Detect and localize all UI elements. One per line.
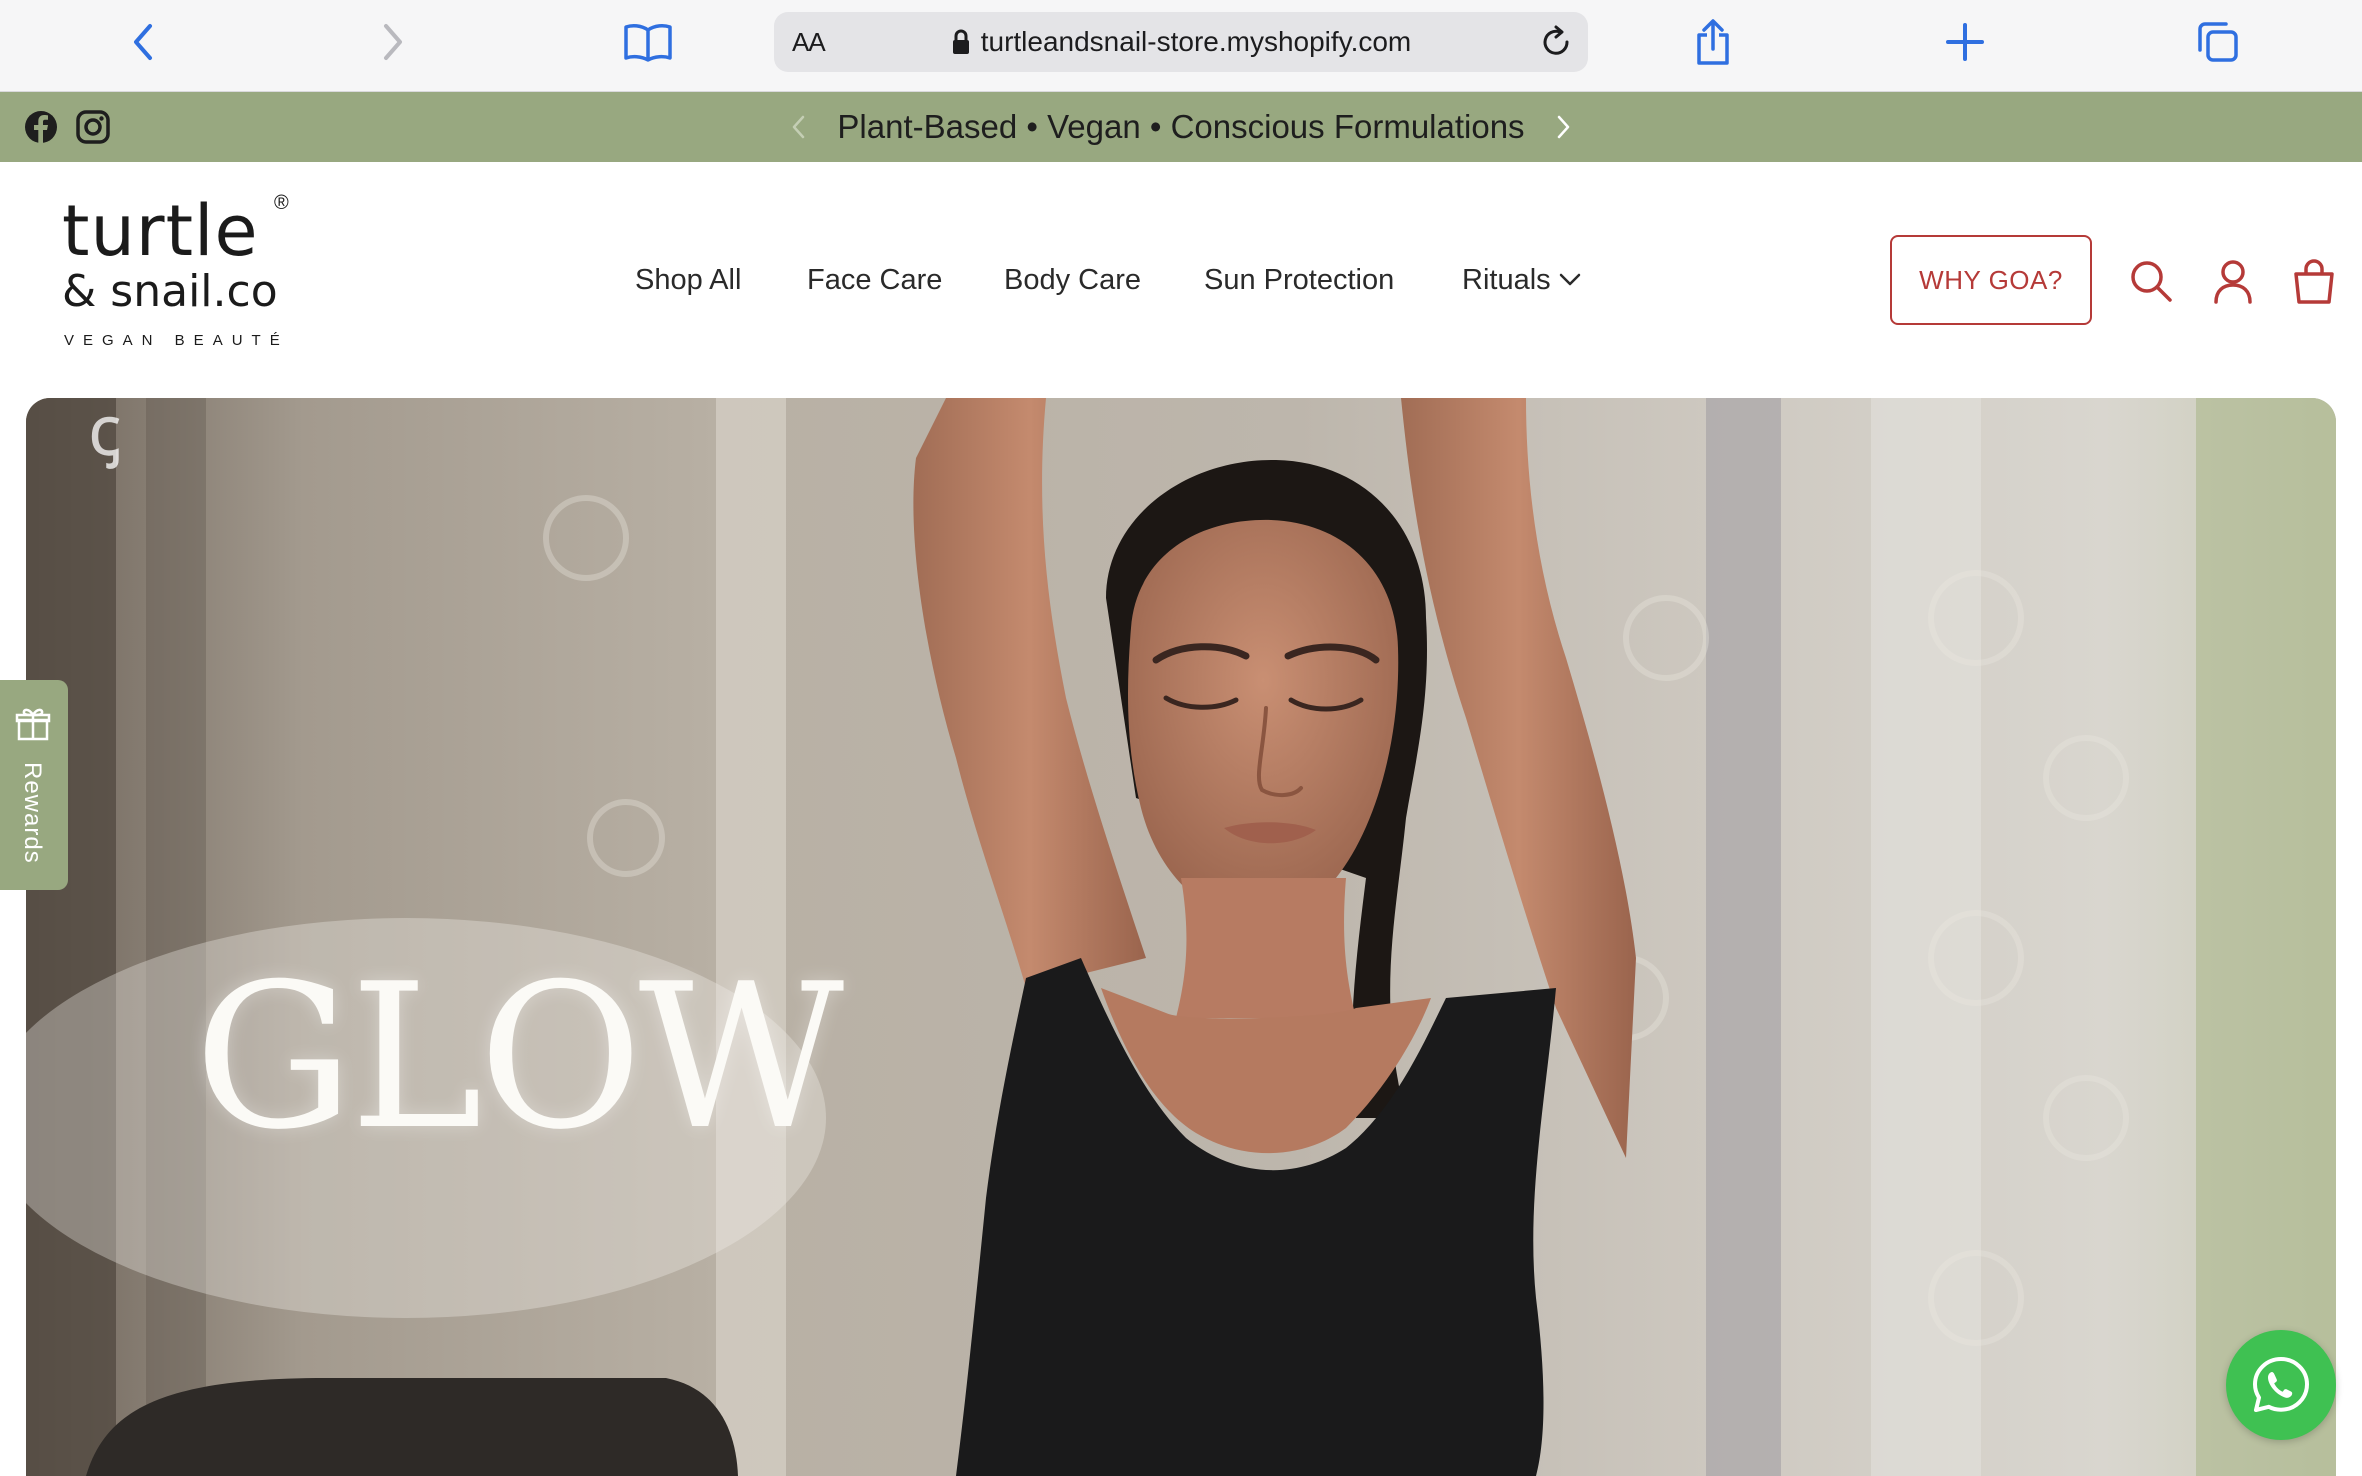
bookmarks-button[interactable] — [618, 14, 678, 70]
lock-icon — [952, 29, 969, 54]
tabs-icon — [2198, 22, 2238, 62]
browser-toolbar: AA turtleandsnail-store.myshopify.com — [0, 0, 2362, 92]
share-button[interactable] — [1683, 14, 1743, 70]
search-icon[interactable] — [2128, 258, 2174, 304]
logo-line-2: & snail.co — [62, 266, 278, 317]
reload-icon[interactable] — [1538, 24, 1574, 60]
back-icon — [134, 24, 152, 60]
whatsapp-button[interactable] — [2226, 1330, 2336, 1440]
nav-body-care[interactable]: Body Care — [1004, 162, 1141, 398]
announcement-bar: Plant-Based • Vegan • Conscious Formulat… — [0, 92, 2362, 162]
new-tab-button[interactable] — [1935, 14, 1995, 70]
hero-watermark: ꞔ — [88, 398, 122, 472]
why-goa-button[interactable]: WHY GOA? — [1890, 235, 2092, 325]
account-icon[interactable] — [2210, 258, 2256, 304]
share-icon — [1697, 19, 1729, 65]
back-button[interactable] — [113, 14, 173, 70]
hero-headline: GLOW — [194, 941, 844, 1174]
address-bar[interactable]: AA turtleandsnail-store.myshopify.com — [774, 12, 1588, 72]
forward-icon — [384, 24, 402, 60]
nav-face-care[interactable]: Face Care — [807, 162, 942, 398]
nav-shop-all[interactable]: Shop All — [635, 162, 741, 398]
logo-line-1: turtle — [62, 190, 259, 272]
cart-icon[interactable] — [2291, 258, 2337, 304]
hero-image — [26, 398, 2336, 1476]
gift-icon — [15, 708, 51, 741]
chevron-down-icon — [1559, 273, 1580, 286]
logo-tagline: VEGAN BEAUTÉ — [64, 332, 289, 349]
whatsapp-icon — [2253, 1357, 2309, 1412]
forward-button[interactable] — [363, 14, 423, 70]
tabs-button[interactable] — [2188, 14, 2248, 70]
brand-logo[interactable]: turtle ® & snail.co VEGAN BEAUTÉ — [60, 192, 310, 352]
announcement-next-icon[interactable] — [1548, 112, 1578, 142]
nav-rituals[interactable]: Rituals — [1462, 162, 1581, 398]
nav-sun-protection[interactable]: Sun Protection — [1204, 162, 1394, 398]
site-header: turtle ® & snail.co VEGAN BEAUTÉ Shop Al… — [0, 162, 2362, 398]
hero-banner[interactable]: ꞔ GLOW — [26, 398, 2336, 1476]
new-tab-icon — [1946, 23, 1984, 61]
announcement-text: Plant-Based • Vegan • Conscious Formulat… — [837, 108, 1525, 145]
logo-registered: ® — [274, 192, 289, 214]
bookmarks-icon — [624, 24, 672, 62]
rewards-tab[interactable]: Rewards — [0, 680, 68, 890]
url-text: turtleandsnail-store.myshopify.com — [980, 26, 1412, 57]
rewards-label: Rewards — [19, 762, 46, 864]
